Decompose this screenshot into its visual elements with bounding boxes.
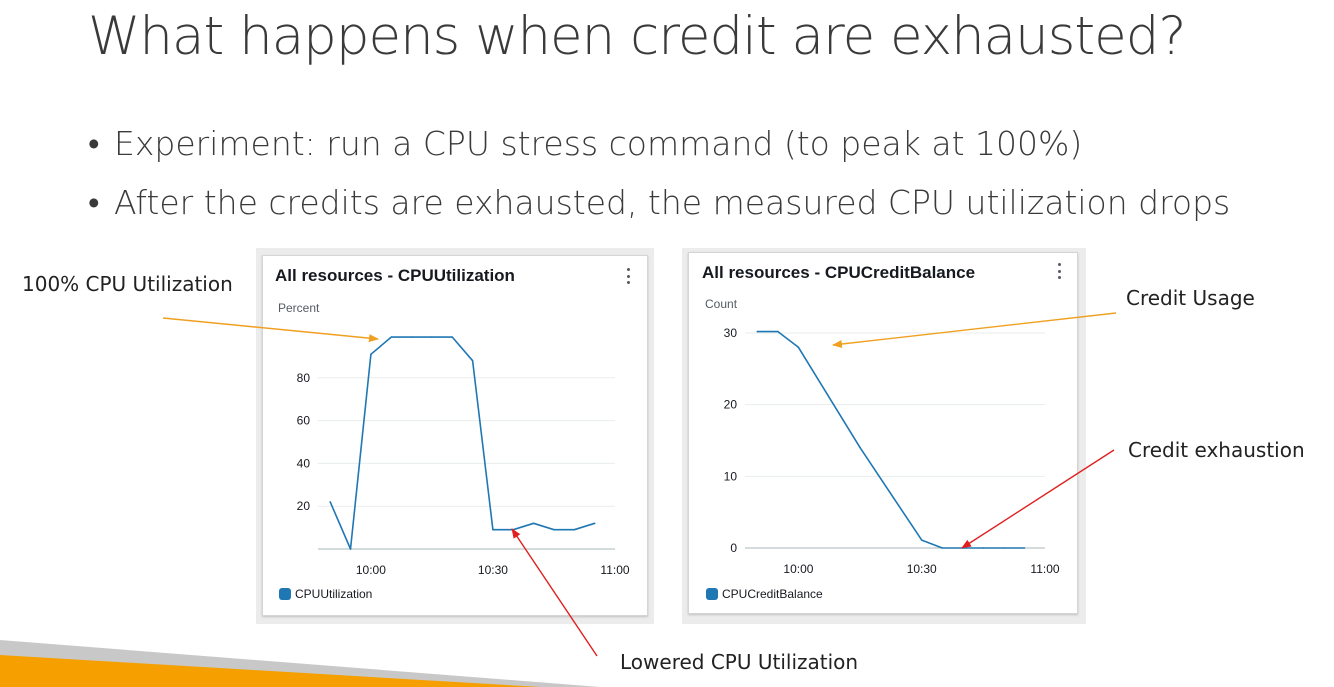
arrow-credit-exhaustion — [961, 449, 1115, 549]
arrow-cpu-lowered — [511, 528, 598, 657]
annotation-arrows — [0, 312, 1117, 687]
arrow-cpu-peak — [162, 317, 379, 343]
arrow-credit-usage — [832, 312, 1117, 348]
